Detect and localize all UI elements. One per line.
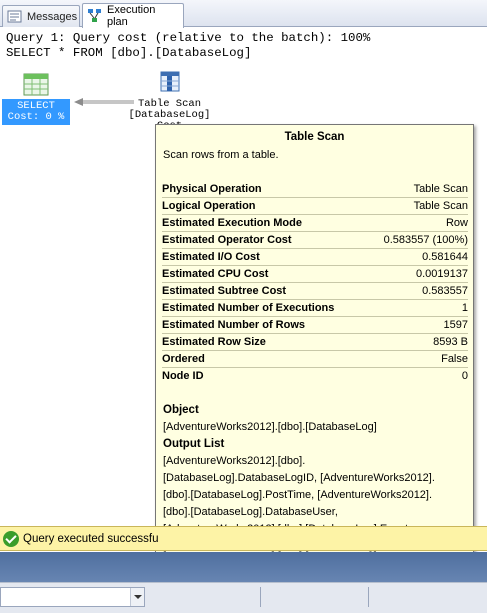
tooltip-property-row: Logical Operation Table Scan [162, 198, 468, 215]
messages-icon [7, 9, 23, 25]
tooltip-property-row: Estimated I/O Cost 0.581644 [162, 249, 468, 266]
tooltip-property-value: Table Scan [413, 200, 468, 212]
tooltip-property-value: 0.583557 (100%) [383, 234, 468, 246]
tooltip-property-row: Physical Operation Table Scan [162, 181, 468, 198]
tooltip-title: Table Scan [284, 131, 345, 143]
tooltip-output-heading: Output List [163, 438, 225, 450]
tooltip-object-section: Object [AdventureWorks2012].[dbo].[Datab… [163, 402, 468, 436]
tooltip-property-name: Physical Operation [162, 183, 262, 195]
tooltip-property-row: Estimated Number of Executions 1 [162, 300, 468, 317]
tooltip-properties-table: Physical Operation Table Scan Logical Oper… [162, 181, 468, 385]
editor-separator-band [0, 552, 487, 582]
toolbar-divider [260, 587, 261, 607]
plan-node-table-scan[interactable]: Table Scan [DatabaseLog] Cost [122, 70, 217, 132]
tooltip-output-line: [dbo].[DatabaseLog].PostTime, [Adventure… [163, 489, 433, 501]
tooltip-property-value: 1597 [443, 319, 468, 331]
tooltip-object-heading: Object [163, 404, 199, 416]
tab-messages[interactable]: Messages [2, 5, 80, 27]
execution-plan-icon [87, 8, 103, 24]
tooltip-property-value: 0 [461, 370, 468, 382]
tooltip-property-name: Estimated CPU Cost [162, 268, 269, 280]
tooltip-property-value: 0.583557 [422, 285, 468, 297]
query-status-bar: Query executed successfu [0, 526, 487, 551]
tooltip-property-row: Estimated Number of Rows 1597 [162, 317, 468, 334]
tooltip-output-line: [DatabaseLog].DatabaseLogID, [AdventureW… [163, 472, 435, 484]
tooltip-property-name: Estimated Row Size [162, 336, 266, 348]
tooltip-property-name: Estimated Number of Rows [162, 319, 306, 331]
success-check-icon [3, 530, 19, 547]
tooltip-property-value: 0.581644 [422, 251, 468, 263]
tooltip-property-value: Table Scan [413, 183, 468, 195]
tooltip-property-name: Estimated Operator Cost [162, 234, 292, 246]
table-scan-icon [122, 70, 217, 94]
tooltip-property-value: 0.0019137 [416, 268, 468, 280]
tooltip-description: Scan rows from a table. [163, 149, 279, 161]
query-cost-line: Query 1: Query cost (relative to the bat… [6, 31, 371, 45]
select-node-label: SELECT Cost: 0 % [2, 99, 70, 125]
query-header: Query 1: Query cost (relative to the bat… [6, 31, 370, 61]
tooltip-output-line: [dbo].[DatabaseLog].DatabaseUser, [163, 506, 338, 518]
chevron-down-icon[interactable] [130, 588, 144, 606]
tooltip-property-value: Row [445, 217, 468, 229]
tooltip-property-name: Node ID [162, 370, 204, 382]
tooltip-object-value: [AdventureWorks2012].[dbo].[DatabaseLog] [163, 421, 377, 433]
tooltip-property-value: 8593 B [433, 336, 468, 348]
tooltip-property-row: Estimated Row Size 8593 B [162, 334, 468, 351]
tooltip-property-value: 1 [461, 302, 468, 314]
tooltip-property-value: False [441, 353, 468, 365]
query-sql-line: SELECT * FROM [dbo].[DatabaseLog] [6, 46, 252, 60]
tab-execution-plan[interactable]: Execution plan [82, 3, 184, 28]
tooltip-property-row: Estimated Operator Cost 0.583557 (100%) [162, 232, 468, 249]
tooltip-property-row: Estimated Subtree Cost 0.583557 [162, 283, 468, 300]
tooltip-property-row: Estimated CPU Cost 0.0019137 [162, 266, 468, 283]
select-result-icon [2, 73, 70, 97]
tab-execution-plan-label: Execution plan [107, 4, 156, 28]
tab-messages-label: Messages [27, 10, 78, 23]
status-text: Query executed successfu [23, 532, 159, 545]
tooltip-property-name: Estimated I/O Cost [162, 251, 260, 263]
tooltip-property-name: Estimated Number of Executions [162, 302, 335, 314]
tooltip-property-name: Ordered [162, 353, 205, 365]
tooltip-property-row: Node ID 0 [162, 368, 468, 385]
bottom-dropdown[interactable] [0, 587, 145, 607]
tooltip-property-name: Logical Operation [162, 200, 256, 212]
toolbar-divider [368, 587, 369, 607]
bottom-toolbar [0, 582, 487, 613]
plan-node-select[interactable]: SELECT Cost: 0 % [2, 73, 70, 125]
select-node-cost: Cost: 0 % [7, 111, 65, 123]
results-tab-strip: Messages Execution plan [0, 0, 487, 28]
tooltip-output-line: [AdventureWorks2012].[dbo]. [163, 455, 306, 467]
tooltip-property-name: Estimated Execution Mode [162, 217, 302, 229]
tooltip-property-row: Estimated Execution Mode Row [162, 215, 468, 232]
tooltip-property-name: Estimated Subtree Cost [162, 285, 287, 297]
tooltip-property-row: Ordered False [162, 351, 468, 368]
